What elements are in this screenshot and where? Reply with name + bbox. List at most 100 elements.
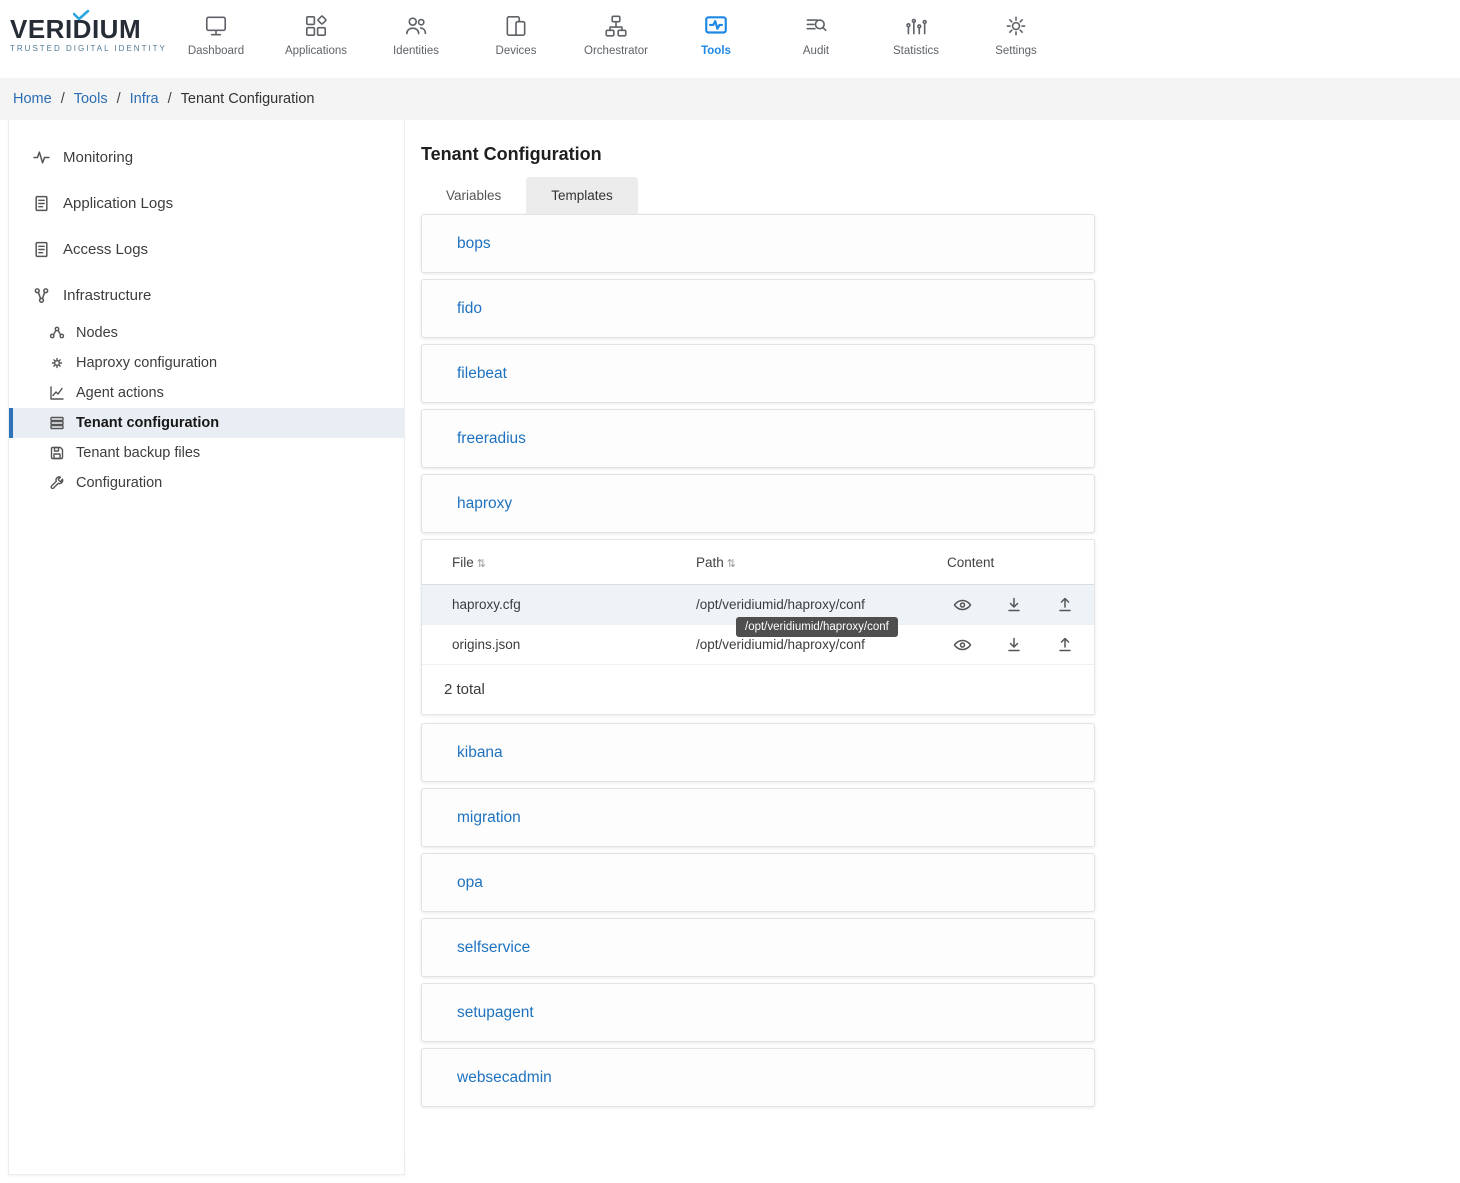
template-label: opa bbox=[457, 874, 483, 892]
sidebar-item-label: Application Logs bbox=[63, 195, 173, 212]
template-label: selfservice bbox=[457, 939, 530, 957]
upload-icon[interactable] bbox=[1056, 637, 1074, 653]
dashboard-icon bbox=[203, 12, 229, 40]
sidebar-item-label: Haproxy configuration bbox=[76, 355, 217, 371]
template-accordion-selfservice[interactable]: selfservice bbox=[421, 918, 1095, 977]
template-label: kibana bbox=[457, 744, 503, 762]
settings-gear-icon bbox=[1003, 12, 1029, 40]
column-label: Path bbox=[696, 555, 724, 570]
template-label: fido bbox=[457, 300, 482, 318]
nav-item-orchestrator[interactable]: Orchestrator bbox=[566, 0, 666, 57]
template-accordion-kibana[interactable]: kibana bbox=[421, 723, 1095, 782]
template-accordion-setupagent[interactable]: setupagent bbox=[421, 983, 1095, 1042]
sort-icon[interactable]: ⇅ bbox=[727, 558, 736, 570]
sidebar-item-nodes[interactable]: Nodes bbox=[9, 318, 404, 348]
network-icon bbox=[33, 287, 50, 304]
sidebar-item-label: Infrastructure bbox=[63, 287, 151, 304]
sidebar-item-haproxy-configuration[interactable]: Haproxy configuration bbox=[9, 348, 404, 378]
template-accordion-haproxy[interactable]: haproxy bbox=[421, 474, 1095, 533]
sidebar-item-label: Tenant configuration bbox=[76, 415, 219, 431]
nav-item-audit[interactable]: Audit bbox=[766, 0, 866, 57]
column-label: File bbox=[452, 555, 474, 570]
nav-item-tools[interactable]: Tools bbox=[666, 0, 766, 57]
sidebar-item-tenant-backup-files[interactable]: Tenant backup files bbox=[9, 438, 404, 468]
infrastructure-submenu: Nodes Haproxy configuration Agent action… bbox=[9, 318, 404, 498]
download-icon[interactable] bbox=[1005, 637, 1023, 653]
template-label: setupagent bbox=[457, 1004, 534, 1022]
veridium-logo[interactable]: VERIDIUM TRUSTED DIGITAL IDENTITY bbox=[10, 16, 160, 53]
sidebar-item-label: Agent actions bbox=[76, 385, 164, 401]
template-accordion-websecadmin[interactable]: websecadmin bbox=[421, 1048, 1095, 1107]
document-icon bbox=[33, 241, 50, 258]
tab-variables[interactable]: Variables bbox=[421, 177, 526, 214]
monitoring-pulse-icon bbox=[33, 149, 50, 166]
breadcrumb-separator: / bbox=[61, 91, 65, 107]
orchestrator-icon bbox=[603, 12, 629, 40]
breadcrumb-current: Tenant Configuration bbox=[181, 91, 315, 107]
sidebar-item-application-logs[interactable]: Application Logs bbox=[9, 180, 404, 226]
sidebar-item-label: Nodes bbox=[76, 325, 118, 341]
tools-icon bbox=[703, 12, 729, 40]
table-header-row: File⇅ Path⇅ Content bbox=[422, 540, 1094, 585]
column-header-path: Path⇅ bbox=[696, 555, 947, 570]
sidebar-item-label: Tenant backup files bbox=[76, 445, 200, 461]
sidebar-item-configuration[interactable]: Configuration bbox=[9, 468, 404, 498]
document-icon bbox=[33, 195, 50, 212]
template-accordion-filebeat[interactable]: filebeat bbox=[421, 344, 1095, 403]
sidebar-item-label: Configuration bbox=[76, 475, 162, 491]
template-label: migration bbox=[457, 809, 521, 827]
template-accordion-migration[interactable]: migration bbox=[421, 788, 1095, 847]
sidebar-item-access-logs[interactable]: Access Logs bbox=[9, 226, 404, 272]
path-cell: /opt/veridiumid/haproxy/conf bbox=[696, 637, 947, 652]
column-label: Content bbox=[947, 555, 994, 570]
nav-item-identities[interactable]: Identities bbox=[366, 0, 466, 57]
tabs: Variables Templates bbox=[421, 177, 1460, 214]
template-accordion-freeradius[interactable]: freeradius bbox=[421, 409, 1095, 468]
nav-label: Identities bbox=[393, 45, 439, 57]
identities-icon bbox=[403, 12, 429, 40]
devices-icon bbox=[503, 12, 529, 40]
tab-templates[interactable]: Templates bbox=[526, 177, 638, 214]
logo-check-icon bbox=[73, 10, 90, 21]
sidebar-item-infrastructure[interactable]: Infrastructure bbox=[9, 272, 404, 318]
nav-label: Devices bbox=[496, 45, 537, 57]
download-icon[interactable] bbox=[1005, 597, 1023, 613]
breadcrumb-separator: / bbox=[168, 91, 172, 107]
breadcrumb-tools[interactable]: Tools bbox=[74, 91, 108, 107]
nav-item-devices[interactable]: Devices bbox=[466, 0, 566, 57]
template-label: haproxy bbox=[457, 495, 512, 513]
nav-item-settings[interactable]: Settings bbox=[966, 0, 1066, 57]
sidebar-item-tenant-configuration[interactable]: Tenant configuration bbox=[9, 408, 404, 438]
sort-icon[interactable]: ⇅ bbox=[477, 558, 486, 570]
sidebar: Monitoring Application Logs Access Logs … bbox=[8, 120, 405, 1175]
nav-label: Statistics bbox=[893, 45, 939, 57]
breadcrumb-home[interactable]: Home bbox=[13, 91, 52, 107]
template-label: freeradius bbox=[457, 430, 526, 448]
nav-label: Dashboard bbox=[188, 45, 244, 57]
main-content: Tenant Configuration Variables Templates… bbox=[405, 120, 1460, 1153]
wrench-icon bbox=[49, 475, 65, 491]
view-content-icon[interactable] bbox=[953, 637, 972, 653]
column-header-file: File⇅ bbox=[422, 555, 696, 570]
breadcrumb-infra[interactable]: Infra bbox=[130, 91, 159, 107]
upload-icon[interactable] bbox=[1056, 597, 1074, 613]
template-accordion-list: bops fido filebeat freeradius haproxy Fi… bbox=[421, 214, 1460, 1107]
content-actions bbox=[947, 597, 1094, 613]
nav-item-applications[interactable]: Applications bbox=[266, 0, 366, 57]
nav-item-dashboard[interactable]: Dashboard bbox=[166, 0, 266, 57]
view-content-icon[interactable] bbox=[953, 597, 972, 613]
template-accordion-fido[interactable]: fido bbox=[421, 279, 1095, 338]
path-tooltip: /opt/veridiumid/haproxy/conf bbox=[736, 617, 898, 637]
template-accordion-opa[interactable]: opa bbox=[421, 853, 1095, 912]
file-cell: haproxy.cfg bbox=[422, 597, 696, 612]
gear-braces-icon bbox=[49, 355, 65, 371]
column-header-content: Content bbox=[947, 555, 1094, 570]
breadcrumb: Home / Tools / Infra / Tenant Configurat… bbox=[0, 78, 1460, 120]
page-title: Tenant Configuration bbox=[421, 144, 1460, 165]
haproxy-files-table: File⇅ Path⇅ Content haproxy.cfg /opt/ver… bbox=[421, 539, 1095, 715]
nav-item-statistics[interactable]: Statistics bbox=[866, 0, 966, 57]
template-accordion-bops[interactable]: bops bbox=[421, 214, 1095, 273]
nav-label: Orchestrator bbox=[584, 45, 648, 57]
sidebar-item-agent-actions[interactable]: Agent actions bbox=[9, 378, 404, 408]
sidebar-item-monitoring[interactable]: Monitoring bbox=[9, 134, 404, 180]
